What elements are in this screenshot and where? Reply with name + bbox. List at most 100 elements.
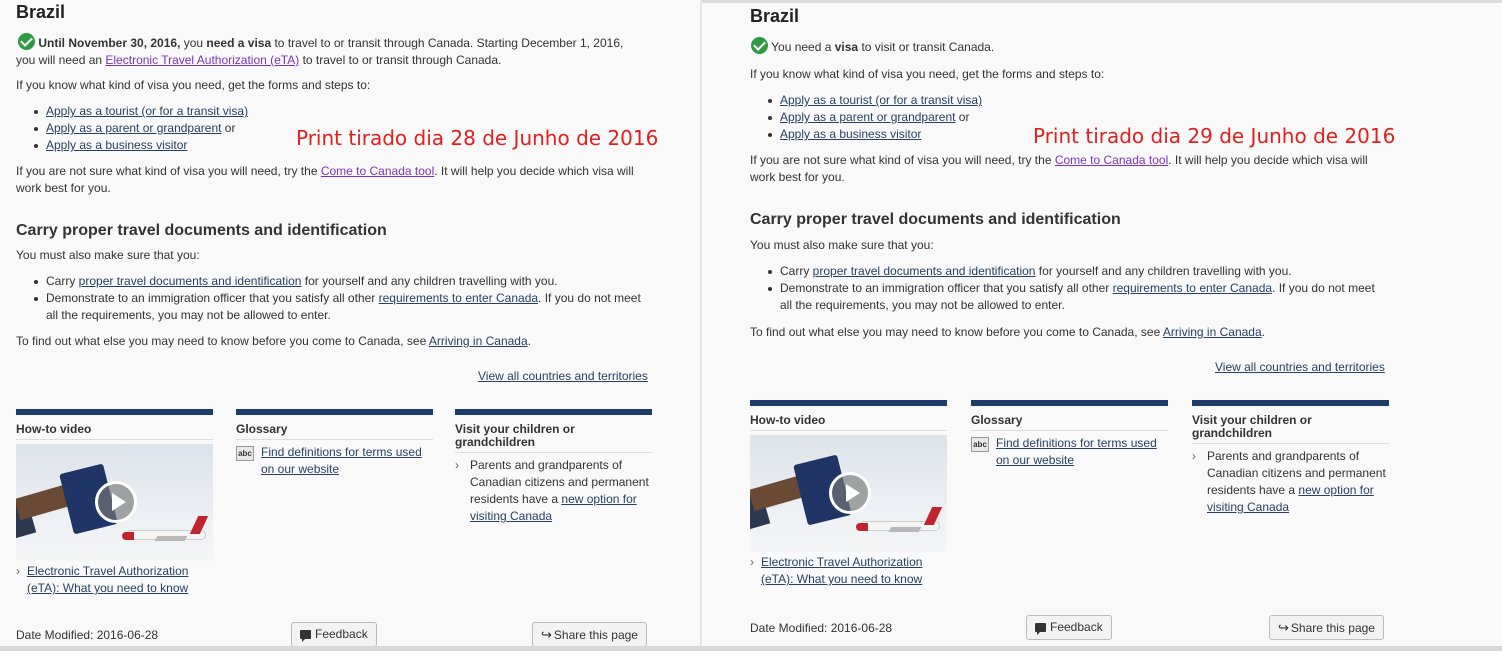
view-all-wrap: View all countries and territories: [478, 368, 648, 385]
airplane-wing: [154, 536, 188, 541]
visa-text: you: [180, 36, 207, 50]
visit-text-wrap: › Parents and grandparents of Canadian c…: [455, 457, 652, 525]
travel-documents-link[interactable]: proper travel documents and identificati…: [79, 274, 302, 288]
view-all-wrap: View all countries and territories: [1215, 359, 1385, 376]
eta-text: to travel to or transit through Canada.: [299, 53, 502, 67]
apply-tourist-link[interactable]: Apply as a tourist (or for a transit vis…: [780, 93, 982, 107]
visa-date-bold: Until November 30, 2016,: [38, 36, 181, 50]
feedback-button[interactable]: Feedback: [291, 622, 377, 647]
glossary-link[interactable]: Find definitions for terms used on our w…: [996, 436, 1157, 467]
section-heading: Carry proper travel documents and identi…: [750, 211, 1121, 228]
find-out-paragraph: To find out what else you may need to kn…: [750, 324, 1265, 341]
video-thumbnail[interactable]: [16, 444, 213, 561]
arriving-link[interactable]: Arriving in Canada: [429, 334, 528, 348]
video-link-wrap: › Electronic Travel Authorization (eTA):…: [750, 554, 947, 588]
requirements-link[interactable]: requirements to enter Canada: [1113, 281, 1272, 295]
comment-icon: [1035, 623, 1046, 635]
travel-documents-link[interactable]: proper travel documents and identificati…: [813, 264, 1036, 278]
feedback-label: Feedback: [315, 627, 368, 641]
view-all-countries-link[interactable]: View all countries and territories: [478, 369, 648, 383]
airplane-wing: [888, 527, 922, 532]
list-item: Apply as a tourist (or for a transit vis…: [32, 103, 248, 120]
video-thumbnail[interactable]: [750, 435, 947, 552]
unsure-text: If you are not sure what kind of visa yo…: [16, 164, 321, 178]
unsure-text: If you are not sure what kind of visa yo…: [750, 153, 1055, 167]
card-glossary: Glossary abc Find definitions for terms …: [971, 400, 1168, 469]
section-heading: Carry proper travel documents and identi…: [16, 222, 387, 239]
chevron-right-icon: ›: [455, 458, 459, 472]
apply-list: Apply as a tourist (or for a transit vis…: [766, 92, 982, 143]
carry-text: for yourself and any children travelling…: [1035, 264, 1292, 278]
glossary-link-wrap: abc Find definitions for terms used on o…: [236, 440, 433, 478]
date-modified: Date Modified: 2016-06-28: [750, 621, 893, 635]
come-to-canada-link[interactable]: Come to Canada tool: [1055, 153, 1168, 167]
card-title: Visit your children or grandchildren: [455, 415, 652, 453]
abc-dictionary-icon: abc: [971, 437, 989, 452]
check-circle-icon: [751, 37, 768, 54]
visa-status: You need a visa to visit or transit Cana…: [751, 37, 994, 56]
find-out-text: To find out what else you may need to kn…: [16, 334, 429, 348]
feedback-label: Feedback: [1050, 620, 1103, 634]
apply-parent-link[interactable]: Apply as a parent or grandparent: [780, 110, 955, 124]
list-item: Carry proper travel documents and identi…: [32, 273, 672, 290]
visa-need-bold: need a visa: [206, 36, 272, 50]
share-icon: ↪: [541, 627, 552, 642]
chevron-right-icon: ›: [750, 555, 754, 569]
card-title: How-to video: [750, 406, 947, 431]
eta-link[interactable]: Electronic Travel Authorization (eTA): [105, 53, 299, 67]
carry-text: Carry: [780, 264, 813, 278]
unsure-paragraph: If you are not sure what kind of visa yo…: [16, 163, 656, 197]
view-all-countries-link[interactable]: View all countries and territories: [1215, 360, 1385, 374]
play-icon[interactable]: [95, 481, 137, 523]
feedback-button[interactable]: Feedback: [1026, 615, 1112, 640]
unsure-text: work best for you.: [16, 181, 111, 195]
date-modified: Date Modified: 2016-06-28: [16, 628, 159, 642]
eta-video-link[interactable]: Electronic Travel Authorization (eTA): W…: [761, 555, 922, 586]
make-sure-text: You must also make sure that you:: [16, 248, 200, 262]
share-icon: ↪: [1278, 620, 1289, 635]
play-icon[interactable]: [829, 472, 871, 514]
visa-text: to travel to or transit through Canada. …: [271, 36, 624, 50]
share-button[interactable]: ↪ Share this page: [1269, 615, 1384, 640]
eta-text: you will need an: [16, 53, 106, 67]
requirements-list: Carry proper travel documents and identi…: [32, 273, 672, 324]
card-title: Glossary: [971, 406, 1168, 431]
requirements-link[interactable]: requirements to enter Canada: [379, 291, 538, 305]
visa-text: You need a: [771, 40, 835, 54]
card-visit-children: Visit your children or grandchildren › P…: [455, 409, 652, 525]
come-to-canada-link[interactable]: Come to Canada tool: [321, 164, 434, 178]
airplane-tail: [923, 507, 943, 525]
visa-bold: visa: [834, 40, 859, 54]
list-item: Apply as a business visitor: [32, 137, 248, 154]
unsure-text: . It will help you decide which visa wil…: [1168, 153, 1368, 167]
apply-tourist-link[interactable]: Apply as a tourist (or for a transit vis…: [46, 104, 248, 118]
abc-dictionary-icon: abc: [236, 446, 254, 461]
demo-text: Demonstrate to an immigration officer th…: [780, 281, 1113, 295]
list-item: Apply as a parent or grandparent or: [32, 120, 248, 137]
demo-text: all the requirements, you may not be all…: [46, 308, 331, 322]
list-item: Carry proper travel documents and identi…: [766, 263, 1426, 280]
glossary-link[interactable]: Find definitions for terms used on our w…: [261, 445, 422, 476]
arriving-link[interactable]: Arriving in Canada: [1163, 325, 1262, 339]
airplane-tail: [189, 516, 209, 534]
country-heading: Brazil: [16, 2, 66, 22]
share-button[interactable]: ↪ Share this page: [532, 622, 647, 647]
country-heading: Brazil: [750, 6, 800, 26]
share-label: Share this page: [553, 628, 638, 642]
apply-business-link[interactable]: Apply as a business visitor: [46, 138, 187, 152]
annotation-right: Print tirado dia 29 de Junho de 2016: [1033, 124, 1396, 148]
eta-video-link[interactable]: Electronic Travel Authorization (eTA): W…: [27, 564, 188, 595]
apply-business-link[interactable]: Apply as a business visitor: [780, 127, 921, 141]
chevron-right-icon: ›: [16, 564, 20, 578]
share-label: Share this page: [1290, 621, 1375, 635]
eta-line: you will need an Electronic Travel Autho…: [16, 52, 501, 69]
unsure-text: . It will help you decide which visa wil…: [434, 164, 634, 178]
find-out-text: .: [527, 334, 531, 348]
demo-text: . If you do not meet: [1272, 281, 1375, 295]
card-how-to-video: How-to video › Electronic Travel Authori…: [16, 409, 213, 597]
find-out-text: To find out what else you may need to kn…: [750, 325, 1163, 339]
find-out-paragraph: To find out what else you may need to kn…: [16, 333, 531, 350]
find-out-text: .: [1261, 325, 1265, 339]
annotation-left: Print tirado dia 28 de Junho de 2016: [296, 126, 659, 150]
apply-parent-link[interactable]: Apply as a parent or grandparent: [46, 121, 221, 135]
